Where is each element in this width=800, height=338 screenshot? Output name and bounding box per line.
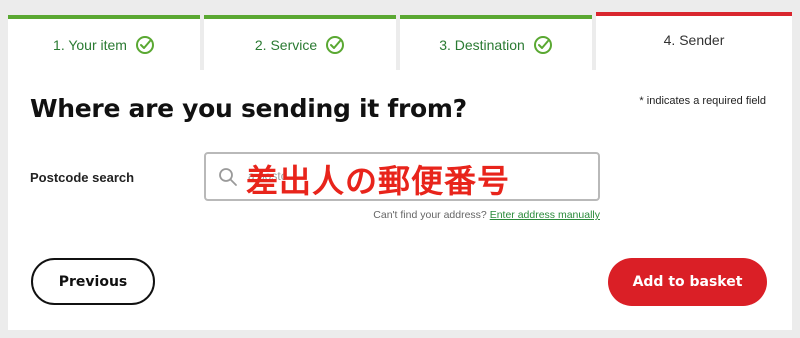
step-label: 3. Destination — [439, 36, 525, 53]
check-circle-icon — [533, 35, 553, 55]
step-service[interactable]: 2. Service — [204, 15, 396, 70]
step-destination[interactable]: 3. Destination — [400, 15, 592, 70]
search-icon — [218, 167, 238, 187]
previous-button[interactable]: Previous — [31, 258, 155, 305]
sender-postcode-overlay-text: 差出人の郵便番号 — [246, 162, 511, 200]
required-field-note: * indicates a required field — [639, 95, 766, 107]
address-help-text: Can't find your address? — [373, 209, 490, 221]
address-help: Can't find your address? Enter address m… — [373, 209, 600, 221]
progress-steps: 1. Your item 2. Service 3. Destination 4… — [8, 12, 792, 72]
check-circle-icon — [325, 35, 345, 55]
step-label: 2. Service — [254, 36, 318, 53]
step-sender[interactable]: 4. Sender — [596, 12, 792, 72]
postcode-search-input[interactable]: a postc 差出人の郵便番号 — [204, 152, 600, 201]
add-to-basket-button[interactable]: Add to basket — [608, 258, 767, 306]
step-label: 4. Sender — [663, 32, 725, 48]
step-label: 1. Your item — [53, 36, 127, 53]
sender-form-card: Where are you sending it from? * indicat… — [8, 70, 792, 330]
enter-address-manually-link[interactable]: Enter address manually — [490, 209, 600, 221]
check-circle-icon — [135, 35, 155, 55]
postcode-label: Postcode search — [30, 170, 135, 185]
step-your-item[interactable]: 1. Your item — [8, 15, 200, 70]
page-title: Where are you sending it from? — [30, 94, 467, 123]
